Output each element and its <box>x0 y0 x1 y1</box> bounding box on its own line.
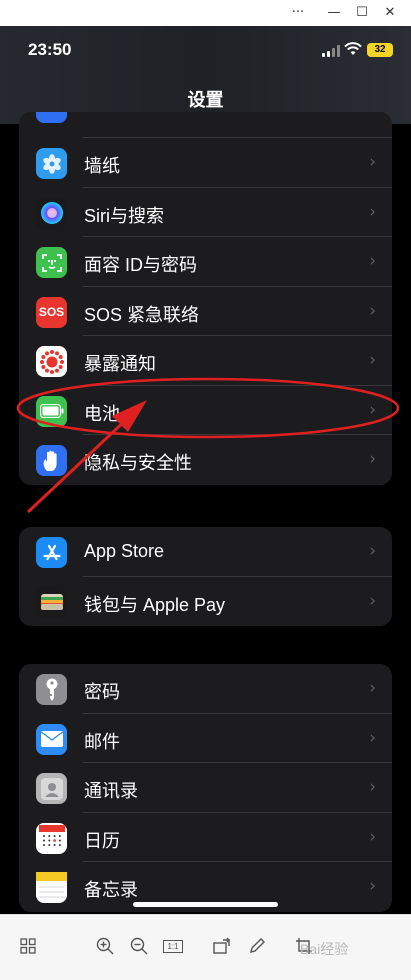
settings-row[interactable]: 墙纸 › <box>19 138 392 188</box>
settings-row-label: 隐私与安全性 <box>84 453 192 473</box>
settings-row-label: 邮件 <box>84 731 120 752</box>
chevron-right-icon: › <box>369 727 376 748</box>
cellular-signal-icon <box>322 45 340 57</box>
settings-row-label: 墙纸 <box>84 156 120 176</box>
chevron-right-icon: › <box>369 152 376 172</box>
close-button[interactable]: ✕ <box>380 3 400 23</box>
phone-screen: 23:50 32 设置 墙纸 › Siri与搜索 › 面容 ID与密码 › SOS SOS 紧… <box>0 26 411 914</box>
settings-group-apps: 密码 › 邮件 › 通讯录 › 日历 › 备忘录 › <box>19 664 392 912</box>
wallet-icon <box>36 586 67 618</box>
actual-size-button[interactable]: 1:1 <box>161 934 185 958</box>
settings-row[interactable]: 面容 ID与密码 › <box>19 237 392 287</box>
settings-row-label: 备忘录 <box>84 880 138 900</box>
mail-icon <box>36 723 67 755</box>
app-store-icon <box>36 537 67 568</box>
settings-row-label: Siri与搜索 <box>84 205 164 226</box>
chevron-right-icon: › <box>369 300 376 321</box>
settings-row[interactable]: 钱包与 Apple Pay › <box>19 577 392 627</box>
chevron-right-icon: › <box>369 678 376 698</box>
contacts-icon <box>36 773 67 804</box>
status-time: 23:50 <box>28 40 72 59</box>
settings-row[interactable]: 隐私与安全性 › <box>19 435 392 485</box>
chevron-right-icon: › <box>369 826 376 847</box>
settings-row-label: 电池 <box>84 403 120 424</box>
chevron-right-icon: › <box>369 777 376 797</box>
settings-row-label: 通讯录 <box>84 781 138 801</box>
key-icon <box>36 674 67 705</box>
rotate-icon[interactable] <box>211 934 235 958</box>
settings-row-label: 日历 <box>84 830 120 851</box>
chevron-right-icon: › <box>369 399 376 420</box>
chevron-right-icon: › <box>369 350 376 370</box>
settings-group-store: App Store › 钱包与 Apple Pay › <box>19 527 392 626</box>
chevron-right-icon: › <box>369 876 376 896</box>
face-id-icon <box>36 247 67 278</box>
watermark-text: Bai经验 <box>300 941 349 957</box>
zoom-out-icon[interactable] <box>127 934 151 958</box>
settings-row-label: App Store <box>84 541 165 561</box>
battery-icon <box>36 395 67 427</box>
grid-view-icon[interactable] <box>16 934 40 958</box>
settings-row-label: 面容 ID与密码 <box>84 255 198 275</box>
settings-row[interactable]: 日历 › <box>19 813 392 862</box>
settings-row[interactable]: 通讯录 › <box>19 763 392 813</box>
maximize-button[interactable]: ☐ <box>352 3 372 23</box>
settings-row-label: 密码 <box>84 682 120 702</box>
notes-icon <box>36 872 67 903</box>
chevron-right-icon: › <box>369 201 376 222</box>
minimize-button[interactable]: — <box>324 3 344 23</box>
chevron-right-icon: › <box>369 590 376 611</box>
settings-row[interactable]: 邮件 › <box>19 714 392 763</box>
settings-row[interactable]: 电池 › <box>19 386 392 435</box>
wifi-icon <box>344 42 362 55</box>
navigation-header: 23:50 32 设置 <box>0 26 411 124</box>
settings-row-hidden[interactable] <box>19 112 392 138</box>
sos-icon: SOS <box>36 296 67 328</box>
home-indicator[interactable] <box>133 902 278 907</box>
settings-row[interactable]: SOS SOS 紧急联络 › <box>19 287 392 336</box>
zoom-in-icon[interactable] <box>93 934 117 958</box>
settings-row-label: 暴露通知 <box>84 354 156 374</box>
actual-size-label: 1:1 <box>163 939 183 953</box>
battery-level-badge: 32 <box>367 43 393 57</box>
privacy-hand-icon <box>36 445 67 476</box>
settings-row[interactable]: 暴露通知 › <box>19 336 392 386</box>
viewer-toolbar: 1:1 Bai经验 <box>0 914 411 980</box>
viewer-title-bar: ··· — ☐ ✕ <box>0 0 411 26</box>
chevron-right-icon: › <box>369 251 376 271</box>
settings-group-general: 墙纸 › Siri与搜索 › 面容 ID与密码 › SOS SOS 紧急联络 › 暴露通知 › 电池 ›… <box>19 112 392 485</box>
page-title: 设置 <box>187 90 224 111</box>
edit-pen-icon[interactable] <box>245 934 269 958</box>
settings-row-label: SOS 紧急联络 <box>84 304 200 325</box>
settings-row[interactable]: 密码 › <box>19 664 392 714</box>
chevron-right-icon: › <box>369 449 376 469</box>
wallpaper-icon <box>36 148 67 179</box>
calendar-icon <box>36 822 67 854</box>
settings-row[interactable]: App Store › <box>19 527 392 577</box>
settings-row[interactable]: Siri与搜索 › <box>19 188 392 237</box>
settings-row-label: 钱包与 Apple Pay <box>84 594 226 615</box>
siri-icon <box>36 197 67 229</box>
chevron-right-icon: › <box>369 541 376 561</box>
more-icon[interactable]: ··· <box>288 3 308 23</box>
exposure-notification-icon <box>36 346 67 377</box>
display-icon <box>36 112 67 123</box>
